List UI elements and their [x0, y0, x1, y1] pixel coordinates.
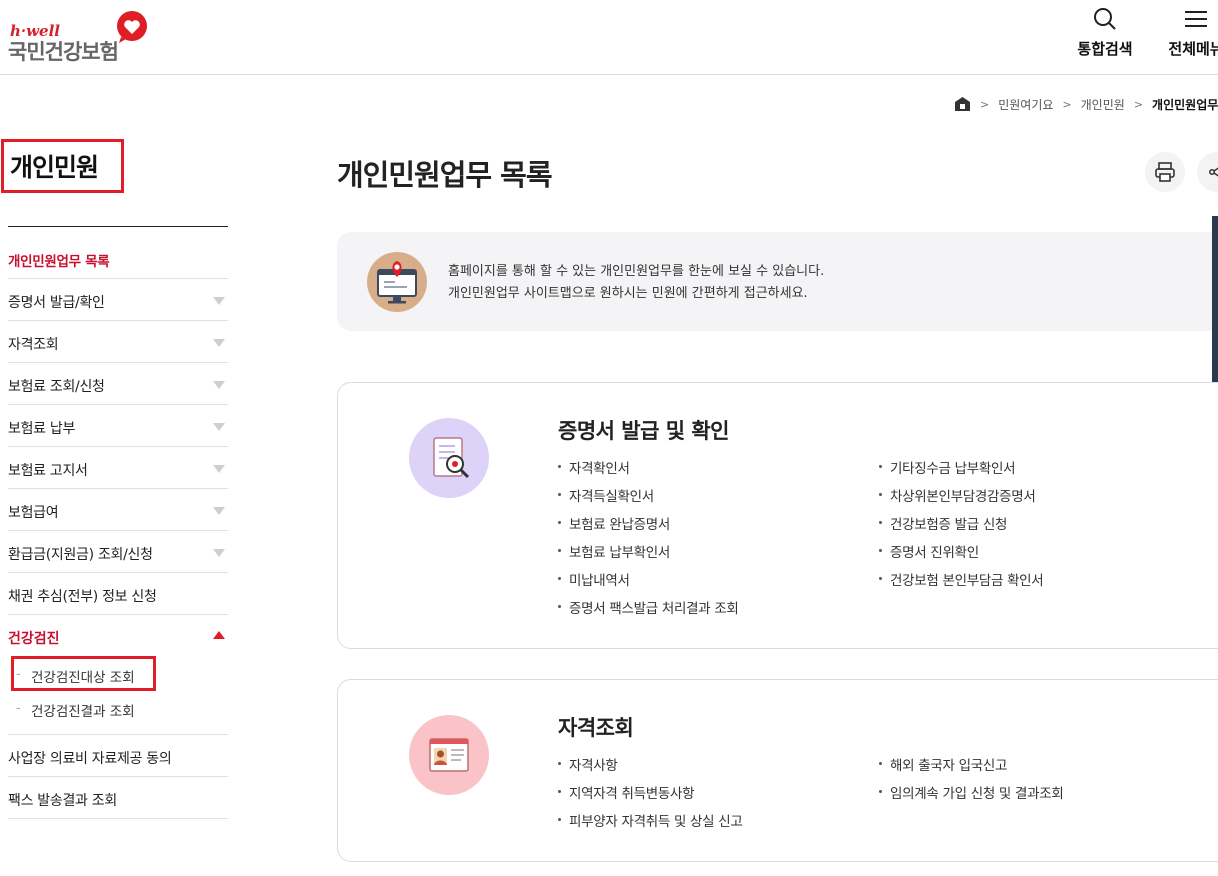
caret-down-icon	[213, 465, 225, 473]
all-menu-button[interactable]: 전체메뉴	[1164, 4, 1218, 59]
sitemap-monitor-icon	[367, 252, 427, 312]
section-title: 증명서 발급 및 확인	[558, 419, 730, 443]
sidebar-group-label: 건강검진	[8, 631, 60, 647]
link-list: 자격사항 지역자격 취득변동사항 피부양자 자격취득 및 상실 신고	[558, 754, 743, 838]
page-title: 개인민원업무 목록	[337, 158, 553, 192]
heart-icon	[117, 11, 147, 43]
list-item-link[interactable]: 자격득실확인서	[558, 485, 739, 513]
sidebar-item-label: 개인민원업무 목록	[8, 254, 110, 270]
sidebar-item-label: 사업장 의료비 자료제공 동의	[8, 751, 172, 767]
list-item-link[interactable]: 기타징수금 납부확인서	[879, 457, 1043, 485]
list-item-link[interactable]: 해외 출국자 입국신고	[879, 754, 1064, 782]
link-list: 해외 출국자 입국신고 임의계속 가입 신청 및 결과조회	[879, 754, 1064, 810]
link-list: 기타징수금 납부확인서 차상위본인부담경감증명서 건강보험증 발급 신청 증명서…	[879, 457, 1044, 597]
share-icon	[1209, 167, 1218, 177]
share-button[interactable]	[1197, 152, 1218, 192]
caret-down-icon	[213, 423, 225, 431]
sidebar-item-qualification[interactable]: 자격조회	[8, 321, 228, 363]
list-item-link[interactable]: 보험료 납부확인서	[558, 541, 739, 569]
list-item-link[interactable]: 자격사항	[558, 754, 743, 782]
breadcrumb-item[interactable]: 개인민원	[1081, 96, 1125, 113]
sidebar-item-label: 환급금(지원금) 조회/신청	[8, 547, 153, 563]
caret-up-icon	[213, 631, 225, 639]
list-item-link[interactable]: 미납내역서	[558, 569, 739, 597]
printer-icon	[1155, 162, 1175, 182]
site-logo[interactable]: h·well 국민건강보험	[8, 8, 158, 64]
list-item-link[interactable]: 건강보험증 발급 신청	[879, 513, 1043, 541]
list-item-link[interactable]: 증명서 진위확인	[879, 541, 1043, 569]
sidebar-item-refund[interactable]: 환급금(지원금) 조회/신청	[8, 531, 228, 573]
integrated-search-button[interactable]: 통합검색	[1073, 4, 1137, 59]
sidebar-item-label: 팩스 발송결과 조회	[8, 793, 117, 809]
sidebar-item-premium-bill[interactable]: 보험료 고지서	[8, 447, 228, 489]
sidebar-item-medical-data-consent[interactable]: 사업장 의료비 자료제공 동의	[8, 735, 228, 777]
chevron-right-icon: >	[980, 97, 990, 111]
breadcrumb: > 민원여기요 > 개인민원 > 개인민원업무 목	[954, 95, 1218, 113]
intro-box: 홈페이지를 통해 할 수 있는 개인민원업무를 한눈에 보실 수 있습니다. 개…	[337, 232, 1218, 331]
caret-down-icon	[213, 381, 225, 389]
sidebar-item-label: 보험료 납부	[8, 421, 76, 437]
sidebar-item-label: 채권 추심(전부) 정보 신청	[8, 589, 157, 605]
caret-down-icon	[213, 507, 225, 515]
id-card-icon	[409, 715, 489, 795]
breadcrumb-item[interactable]: 민원여기요	[998, 96, 1053, 113]
sidebar-title: 개인민원	[1, 139, 124, 193]
intro-text: 홈페이지를 통해 할 수 있는 개인민원업무를 한눈에 보실 수 있습니다. 개…	[448, 261, 824, 305]
sidebar-item-label: 자격조회	[8, 337, 59, 353]
sidebar-item-list[interactable]: 개인민원업무 목록	[8, 237, 228, 279]
print-button[interactable]	[1145, 152, 1185, 192]
sidebar-item-label: 보험료 조회/신청	[8, 379, 105, 395]
sidebar-nav: 개인민원업무 목록 증명서 발급/확인 자격조회 보험료 조회/신청 보험료 납…	[8, 237, 228, 819]
sidebar-subitem-checkup-result[interactable]: 건강검진결과 조회	[8, 692, 228, 726]
list-item-link[interactable]: 증명서 팩스발급 처리결과 조회	[558, 597, 739, 625]
list-item-link[interactable]: 지역자격 취득변동사항	[558, 782, 743, 810]
hamburger-menu-icon	[1185, 11, 1207, 27]
list-item-link[interactable]: 보험료 완납증명서	[558, 513, 739, 541]
sidebar-item-fax-result[interactable]: 팩스 발송결과 조회	[8, 777, 228, 819]
section-card-qualification: 자격조회 자격사항 지역자격 취득변동사항 피부양자 자격취득 및 상실 신고 …	[337, 679, 1218, 862]
section-card-certificate: 증명서 발급 및 확인 자격확인서 자격득실확인서 보험료 완납증명서 보험료 …	[337, 382, 1218, 649]
link-list: 자격확인서 자격득실확인서 보험료 완납증명서 보험료 납부확인서 미납내역서 …	[558, 457, 739, 625]
sidebar-item-premium-inquiry[interactable]: 보험료 조회/신청	[8, 363, 228, 405]
sidebar-item-label: 증명서 발급/확인	[8, 295, 105, 311]
logo-text: 국민건강보험	[8, 40, 119, 64]
sidebar-item-label: 보험급여	[8, 505, 59, 521]
section-title: 자격조회	[558, 716, 634, 740]
caret-down-icon	[213, 297, 225, 305]
list-item-link[interactable]: 차상위본인부담경감증명서	[879, 485, 1043, 513]
list-item-link[interactable]: 건강보험 본인부담금 확인서	[879, 569, 1044, 597]
intro-line: 개인민원업무 사이트맵으로 원하시는 민원에 간편하게 접근하세요.	[448, 286, 808, 301]
sidebar-divider	[8, 226, 228, 227]
certificate-search-icon	[409, 418, 489, 498]
caret-down-icon	[213, 339, 225, 347]
site-header: h·well 국민건강보험 통합검색 전체메뉴	[0, 0, 1218, 75]
search-icon	[1094, 8, 1116, 30]
list-item-link[interactable]: 자격확인서	[558, 457, 739, 485]
intro-line: 홈페이지를 통해 할 수 있는 개인민원업무를 한눈에 보실 수 있습니다.	[448, 264, 825, 279]
highlight-box	[11, 656, 156, 691]
breadcrumb-current: 개인민원업무 목	[1152, 97, 1218, 112]
search-label: 통합검색	[1077, 40, 1133, 58]
all-menu-label: 전체메뉴	[1168, 40, 1218, 58]
sidebar-item-premium-payment[interactable]: 보험료 납부	[8, 405, 228, 447]
sidebar-item-bond[interactable]: 채권 추심(전부) 정보 신청	[8, 573, 228, 615]
list-item-link[interactable]: 임의계속 가입 신청 및 결과조회	[879, 782, 1064, 810]
sidebar-item-certificate[interactable]: 증명서 발급/확인	[8, 279, 228, 321]
chevron-right-icon: >	[1133, 97, 1144, 111]
home-icon[interactable]	[954, 96, 971, 112]
sidebar-item-insurance-benefit[interactable]: 보험급여	[8, 489, 228, 531]
list-item-link[interactable]: 피부양자 자격취득 및 상실 신고	[558, 810, 743, 838]
sidebar-item-label: 보험료 고지서	[8, 463, 88, 479]
caret-down-icon	[213, 549, 225, 557]
chevron-right-icon: >	[1062, 97, 1072, 111]
